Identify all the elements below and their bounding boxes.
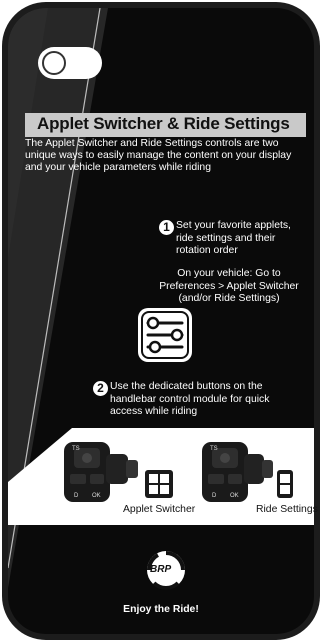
svg-text:OK: OK (230, 493, 239, 499)
handlebar-control-right: TS D OK (202, 442, 273, 502)
step-2-text: Use the dedicated buttons on the handleb… (110, 381, 270, 417)
svg-text:D: D (74, 493, 79, 499)
svg-text:TS: TS (72, 446, 80, 452)
step-1-badge: 1 (159, 220, 174, 235)
vehicle-instructions: On your vehicle: Go to Preferences > App… (159, 268, 299, 304)
handlebar-control-left: TS D OK (64, 442, 138, 502)
stack-two-icon (277, 470, 293, 498)
camera-lens-icon (42, 51, 66, 75)
svg-text:TS: TS (210, 446, 218, 452)
footer-tagline: Enjoy the Ride! (123, 604, 199, 615)
camera-pill (38, 47, 102, 79)
ride-settings-label: Ride Settings (256, 504, 318, 515)
brp-logo-text: BRP (150, 564, 172, 575)
grid-four-icon (145, 470, 173, 498)
applet-switcher-label: Applet Switcher (123, 504, 196, 515)
sliders-icon (138, 308, 192, 362)
svg-text:OK: OK (92, 493, 101, 499)
page-title: Applet Switcher & Ride Settings (37, 114, 290, 133)
svg-text:D: D (212, 493, 217, 499)
step-1-text: Set your favorite applets, ride settings… (176, 220, 291, 256)
intro-text: The Applet Switcher and Ride Settings co… (25, 138, 292, 173)
step-2-badge: 2 (93, 381, 108, 396)
